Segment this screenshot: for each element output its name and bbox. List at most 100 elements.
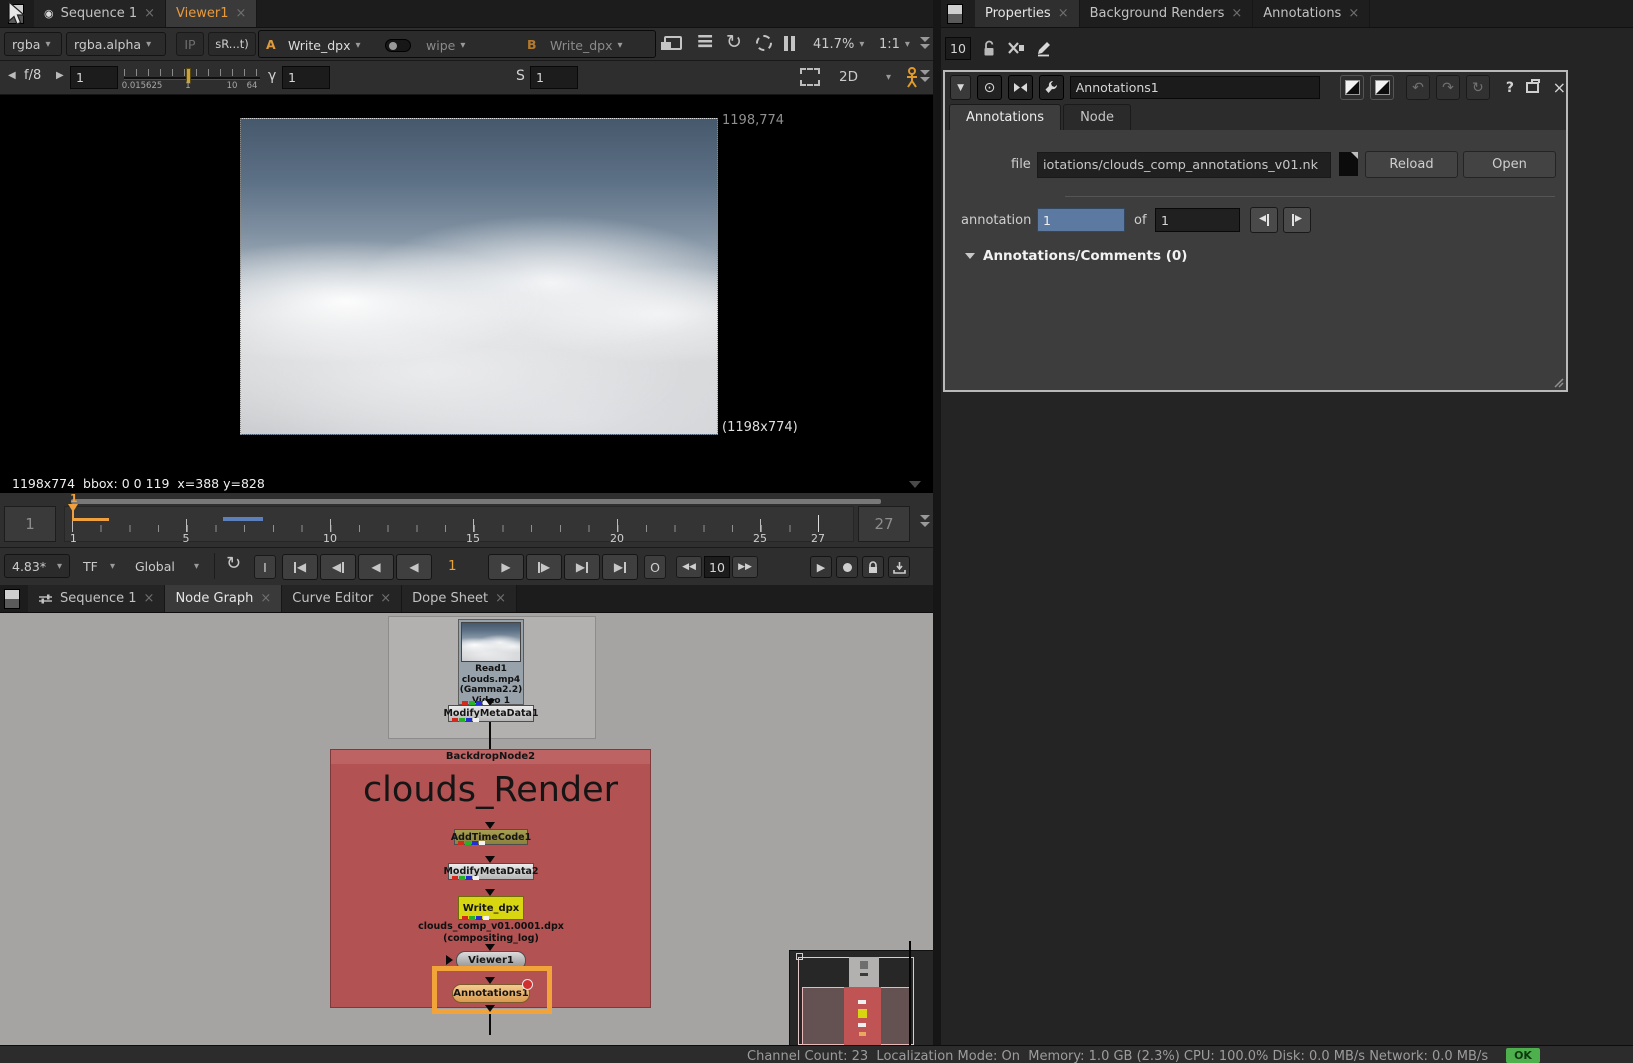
collapse-toolbar-icon[interactable] — [920, 37, 930, 49]
node-addtimecode1[interactable]: AddTimeCode1 — [454, 829, 528, 845]
tab-properties[interactable]: Properties × — [975, 0, 1080, 27]
collapse-timeline-icon[interactable] — [920, 515, 930, 527]
lock-icon[interactable] — [862, 556, 884, 578]
layer-select[interactable]: rgba ▾ — [4, 32, 62, 56]
last-frame-button[interactable]: ▶ — [602, 554, 638, 580]
node-color-swatch-button[interactable] — [1340, 75, 1364, 100]
node-name-input[interactable]: Annotations1 — [1070, 76, 1320, 99]
backdrop-header[interactable]: BackdropNode2 — [331, 750, 650, 764]
tf-select[interactable]: TF ▾ — [76, 554, 122, 578]
close-icon[interactable]: × — [1231, 6, 1242, 21]
prev-fstop-icon[interactable]: ◀ — [8, 70, 16, 81]
tab-panel-annotations[interactable]: Annotations — [949, 104, 1061, 130]
node-read1[interactable]: Read1 clouds.mp4 (Gamma2.2) Video 1 — [458, 619, 524, 705]
step-back-increment-button[interactable]: ◀◀ — [676, 556, 702, 578]
play-forward-button[interactable]: ▶ — [488, 554, 524, 580]
gain-input[interactable]: 1 — [70, 66, 118, 89]
undo-button[interactable]: ↶ — [1406, 75, 1430, 100]
fps-select[interactable]: 4.83* ▾ — [4, 554, 70, 578]
node-modifymetadata1[interactable]: ModifyMetaData1 — [448, 705, 534, 722]
view-mode-select[interactable]: 2D ▾ — [832, 65, 898, 89]
saturation-input[interactable]: 1 — [530, 66, 578, 89]
gain-slider[interactable]: 0.015625 1 10 64 — [124, 63, 260, 91]
display-window-icon[interactable] — [664, 36, 682, 50]
clear-panels-icon[interactable] — [1007, 40, 1025, 56]
save-render-icon[interactable] — [888, 556, 910, 578]
revert-button[interactable]: ↻ — [1466, 75, 1490, 100]
tab-annotations[interactable]: Annotations × — [1253, 0, 1370, 27]
pause-icon[interactable] — [784, 36, 795, 51]
sample-person-icon[interactable] — [903, 67, 921, 89]
edit-pencil-icon[interactable] — [1035, 39, 1052, 57]
node-annotations1[interactable]: Annotations1 — [452, 984, 530, 1003]
a-input-select[interactable]: Write_dpx ▾ — [281, 33, 377, 57]
node-connections-button[interactable] — [1008, 75, 1033, 100]
step-forward-button[interactable]: ▶ — [526, 554, 562, 580]
wipe-toggle[interactable] — [385, 39, 411, 52]
frame-range-mode-select[interactable]: Global ▾ — [128, 554, 206, 578]
tab-sequence-1[interactable]: ◉ Sequence 1 × — [34, 0, 166, 27]
annotation-index-input[interactable]: 1 — [1037, 208, 1125, 232]
open-button[interactable]: Open — [1463, 151, 1556, 178]
channels-stripe-icon[interactable]: ≡ — [696, 29, 714, 54]
panel-color-swatch-button[interactable] — [1370, 75, 1394, 100]
panel-collapse-button[interactable]: ▼ — [950, 75, 971, 100]
comments-group-header[interactable]: Annotations/Comments (0) — [965, 248, 1187, 264]
help-button[interactable]: ? — [1506, 80, 1514, 96]
file-browse-icon[interactable] — [1339, 152, 1358, 176]
b-input-select[interactable]: Write_dpx ▾ — [543, 33, 643, 57]
next-annotation-button[interactable] — [1283, 207, 1311, 233]
frame-increment-input[interactable]: 10 — [704, 556, 730, 578]
flipbook-icon[interactable]: ▶ — [810, 556, 832, 578]
tab-panel-node[interactable]: Node — [1063, 104, 1131, 130]
tab-background-renders[interactable]: Background Renders × — [1080, 0, 1254, 27]
proxy-select[interactable]: 1:1 ▾ — [872, 32, 917, 56]
roi-icon[interactable] — [756, 35, 772, 51]
frame-ruler[interactable]: 1 5 10 15 20 25 27 1 — [64, 506, 854, 542]
node-write-dpx[interactable]: Write_dpx — [458, 896, 524, 920]
close-icon[interactable]: × — [495, 591, 506, 606]
prev-annotation-button[interactable] — [1250, 207, 1278, 233]
close-icon[interactable]: × — [144, 6, 155, 21]
annotation-count-input[interactable]: 1 — [1155, 208, 1240, 232]
tab-node-graph[interactable]: Node Graph × — [165, 585, 282, 612]
step-back-button[interactable]: ◀ — [358, 554, 394, 580]
close-icon[interactable]: × — [380, 591, 391, 606]
close-icon[interactable]: × — [236, 6, 247, 21]
alpha-layer-select[interactable]: rgba.alpha ▾ — [66, 32, 166, 56]
play-backward-button[interactable]: ◀ — [396, 554, 432, 580]
current-frame-value[interactable]: 1 — [448, 558, 457, 574]
timeline-scrollbar[interactable] — [71, 499, 881, 504]
next-fstop-icon[interactable]: ▶ — [56, 70, 64, 81]
gamma-input[interactable]: 1 — [282, 66, 330, 89]
nodegraph-minimap[interactable] — [789, 950, 933, 1045]
viewer-canvas[interactable]: 1198,774 (1198x774) — [0, 95, 933, 474]
range-start-box[interactable]: 1 — [4, 506, 56, 542]
float-panel-icon[interactable] — [1526, 82, 1539, 93]
tab-dope-sheet[interactable]: Dope Sheet × — [402, 585, 517, 612]
lock-panels-icon[interactable] — [981, 40, 997, 57]
pane-menu-icon[interactable] — [947, 4, 963, 24]
close-icon[interactable]: × — [144, 591, 155, 606]
close-panel-icon[interactable]: × — [1553, 78, 1566, 97]
update-sync-icon[interactable]: ↻ — [726, 31, 742, 53]
playback-loop-icon[interactable]: ↻ — [226, 553, 241, 574]
range-end-box[interactable]: 27 — [858, 506, 910, 542]
collapse-adjust-icon[interactable] — [920, 70, 930, 82]
snapshot-icon[interactable] — [836, 556, 858, 578]
in-mark-button[interactable]: I — [254, 555, 276, 579]
input-process-button[interactable]: IP — [176, 32, 204, 56]
out-mark-button[interactable]: O — [644, 555, 666, 579]
wipe-mode-select[interactable]: wipe ▾ — [419, 33, 519, 57]
file-input[interactable]: iotations/clouds_comp_annotations_v01.nk — [1037, 152, 1331, 178]
info-expand-icon[interactable] — [909, 481, 921, 488]
close-icon[interactable]: × — [1058, 6, 1069, 21]
step-forward-increment-button[interactable]: ▶▶ — [732, 556, 758, 578]
center-node-button[interactable]: ⊙ — [977, 75, 1002, 100]
max-panels-input[interactable]: 10 — [945, 37, 971, 60]
viewer-process-button[interactable]: sR...t) — [208, 32, 256, 56]
zoom-level-select[interactable]: 41.7% ▾ — [806, 32, 871, 56]
close-icon[interactable]: × — [1348, 6, 1359, 21]
pane-menu-icon[interactable] — [4, 589, 20, 609]
tab-viewer1[interactable]: Viewer1 × — [166, 0, 257, 27]
